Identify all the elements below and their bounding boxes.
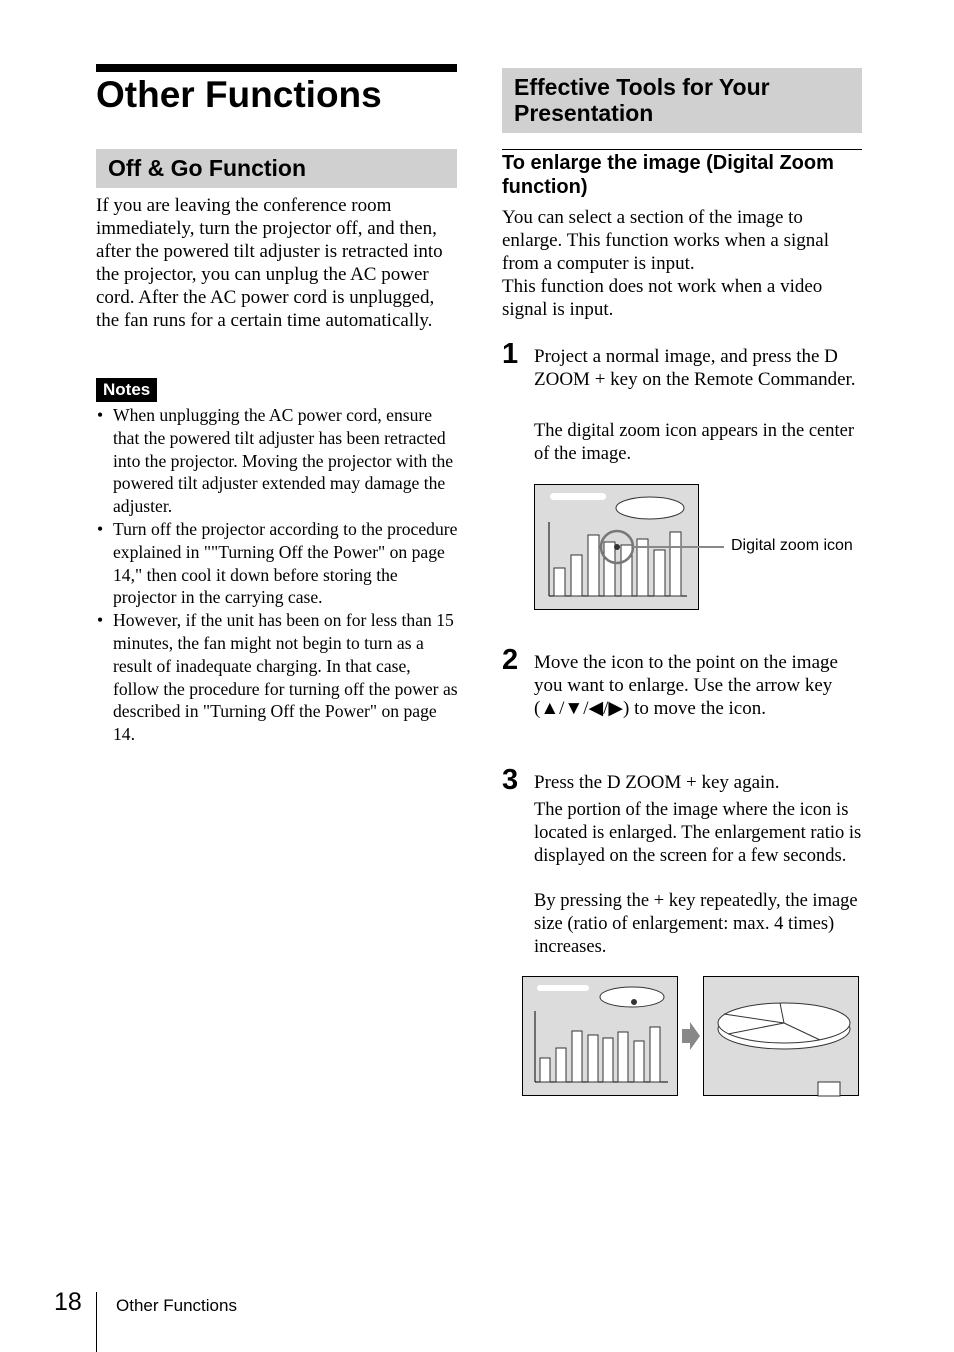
section-heading-effective-tools: Effective Tools for Your Presentation — [502, 68, 862, 133]
step-number: 3 — [502, 764, 519, 796]
title-rule — [96, 64, 457, 72]
zoom-result-illustration — [522, 976, 859, 1097]
step-text: Move the icon to the point on the image … — [534, 652, 838, 719]
arrow-right-icon — [682, 1022, 700, 1050]
zoom-intro-note: This function does not work when a video… — [502, 276, 823, 320]
note-item: Turn off the projector according to the … — [96, 518, 458, 609]
off-go-intro: If you are leaving the conference room i… — [96, 195, 443, 331]
note-item: However, if the unit has been on for les… — [96, 609, 458, 746]
page-number: 18 — [54, 1288, 82, 1316]
subheading-rule — [502, 149, 862, 150]
step-detail: By pressing the + key repeatedly, the im… — [534, 891, 858, 957]
step-detail: The digital zoom icon appears in the cen… — [534, 421, 855, 464]
digital-zoom-callout: Digital zoom icon — [731, 537, 853, 554]
footer-section: Other Functions — [116, 1296, 237, 1315]
footer-rule — [96, 1292, 97, 1352]
step-detail: The portion of the image where the icon … — [534, 800, 862, 866]
note-item: When unplugging the AC power cord, ensur… — [96, 404, 458, 518]
page-title: Other Functions — [96, 74, 382, 115]
manual-page: Other Functions Off & Go Function If you… — [0, 0, 954, 1352]
notes-list: When unplugging the AC power cord, ensur… — [96, 404, 458, 746]
zoom-intro: You can select a section of the image to… — [502, 207, 829, 274]
step-text: Project a normal image, and press the D … — [534, 346, 856, 390]
step-text: Press the D ZOOM + key again. — [534, 772, 780, 793]
notes-badge: Notes — [96, 378, 158, 402]
step-number: 1 — [502, 338, 519, 370]
step-number: 2 — [502, 644, 519, 676]
digital-zoom-subheading: To enlarge the image (Digital Zoom funct… — [502, 152, 834, 198]
section-heading-off-go: Off & Go Function — [96, 149, 457, 188]
